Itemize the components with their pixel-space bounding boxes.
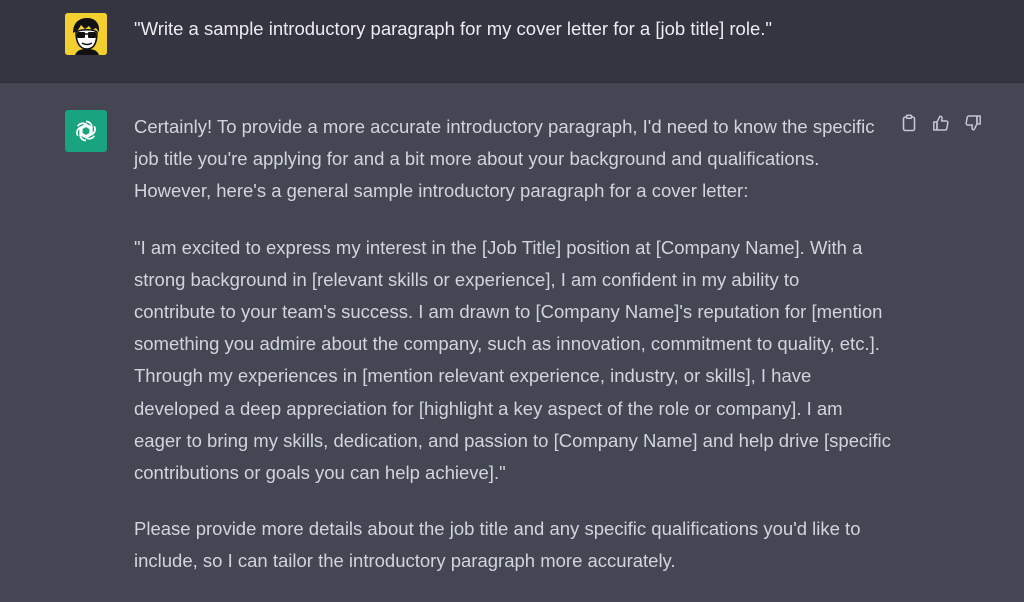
thumbs-up-icon [933, 115, 949, 131]
thumbs-down-icon [965, 115, 981, 131]
sample-paragraph: "I am excited to express my interest in … [134, 232, 894, 490]
message-actions [898, 112, 984, 134]
message-line: include, so I can tailor the introductor… [134, 550, 676, 572]
message-line: job title you're applying for and a bit … [134, 148, 820, 170]
message-line: strong background in [relevant skills or… [134, 268, 800, 290]
message-line: Through my experiences in [mention relev… [134, 365, 812, 387]
message-paragraph: Certainly! To provide a more accurate in… [134, 111, 894, 208]
openai-logo-icon [76, 120, 96, 142]
message-line: contributions or goals you can help achi… [134, 462, 506, 484]
message-line: "I am excited to express my interest in … [134, 236, 863, 258]
assistant-message-row: Certainly! To provide a more accurate in… [0, 83, 1024, 592]
message-line: Certainly! To provide a more accurate in… [134, 116, 875, 137]
chatgpt-avatar [65, 110, 107, 152]
clipboard-icon [902, 114, 916, 132]
cartoon-face-icon [65, 13, 107, 55]
assistant-message-text: Certainly! To provide a more accurate in… [134, 111, 894, 602]
user-message-row: "Write a sample introductory paragraph f… [0, 0, 1024, 83]
message-line: However, here's a general sample introdu… [134, 180, 749, 202]
message-line: contribute to your team's success. I am … [134, 301, 883, 323]
message-line: eager to bring my skills, dedication, an… [134, 429, 891, 451]
copy-button[interactable] [898, 112, 920, 134]
user-message-text: "Write a sample introductory paragraph f… [134, 18, 772, 39]
user-avatar [65, 13, 107, 55]
thumbs-down-button[interactable] [962, 112, 984, 134]
message-line: developed a deep appreciation for [highl… [134, 397, 843, 419]
thumbs-up-button[interactable] [930, 112, 952, 134]
message-line: Please provide more details about the jo… [134, 518, 861, 540]
message-paragraph: Please provide more details about the jo… [134, 513, 894, 577]
message-line: something you admire about the company, … [134, 333, 880, 355]
